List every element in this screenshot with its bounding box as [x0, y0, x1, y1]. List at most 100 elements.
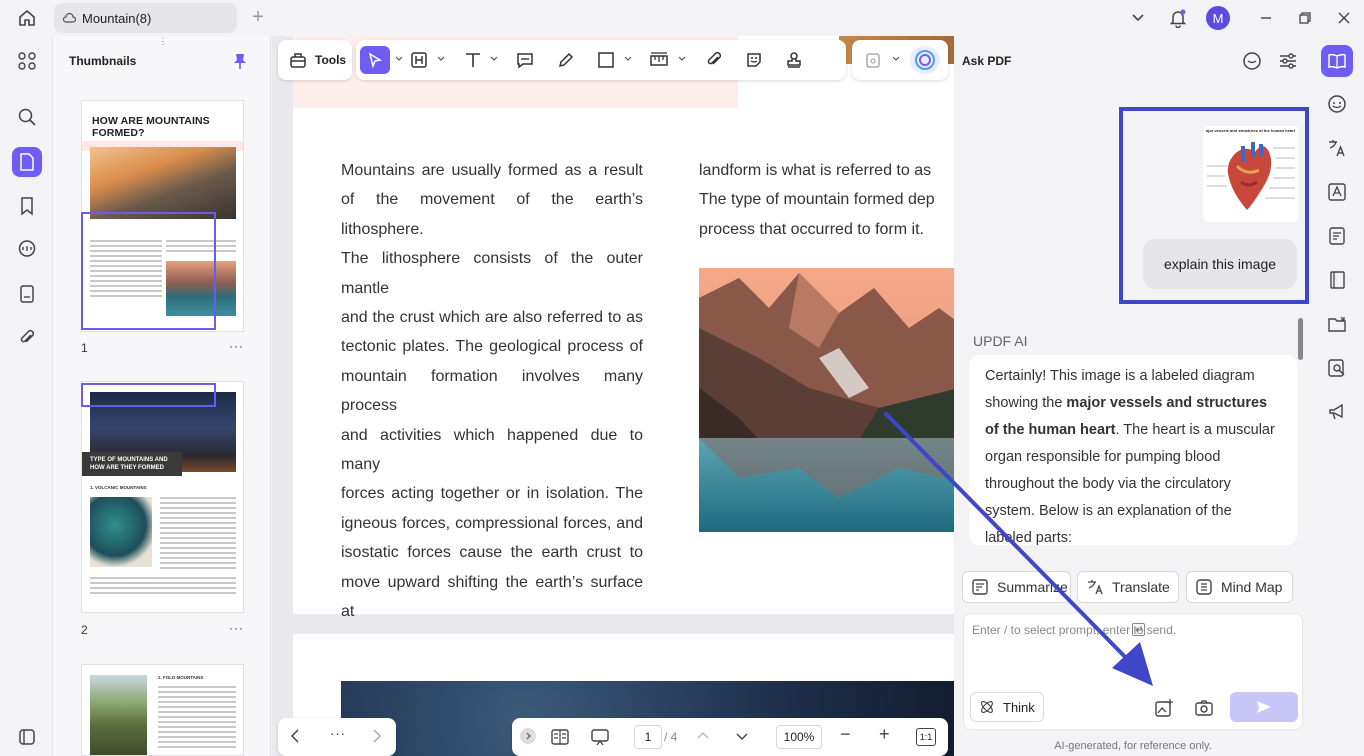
comment-icon[interactable] [12, 234, 42, 264]
thumbnail-page-2[interactable]: TYPE OF MOUNTAINS AND HOW ARE THEY FORME… [81, 381, 244, 613]
resize-handle[interactable]: ⋮ [157, 36, 169, 46]
thumbnail-image [90, 675, 147, 755]
lock-icon[interactable] [860, 48, 886, 72]
thumbnail-image [90, 147, 236, 219]
bell-icon[interactable] [1166, 6, 1190, 30]
attachment-icon[interactable] [701, 48, 727, 72]
chevron-down-icon[interactable] [395, 56, 403, 64]
text-tool-icon[interactable] [460, 48, 486, 72]
ai-assistant-icon[interactable] [910, 46, 940, 74]
chevron-up-icon[interactable] [696, 730, 710, 740]
page-layout-icon[interactable] [550, 728, 570, 746]
right-column-text: landform is what is referred to as The ty… [699, 156, 954, 244]
text-line: The type of mountain formed dep [699, 191, 935, 209]
pencil-tool-icon[interactable] [553, 48, 579, 72]
presentation-icon[interactable] [590, 727, 610, 747]
collapse-icon[interactable] [520, 728, 536, 744]
chevron-down-icon[interactable] [892, 56, 900, 64]
attachment-icon[interactable] [12, 323, 42, 353]
tab-title: Mountain(8) [82, 10, 152, 26]
zoom-level[interactable]: 100% [776, 725, 822, 749]
more-options-button[interactable]: ··· [229, 621, 244, 635]
search-icon[interactable] [12, 102, 42, 132]
ask-pdf-panel: Ask PDF ajor vessels and structures of t… [954, 36, 1312, 756]
thumbnail-text [158, 683, 236, 751]
mind-map-icon [1196, 579, 1212, 595]
megaphone-icon[interactable] [1321, 396, 1353, 428]
close-icon[interactable] [1332, 6, 1356, 30]
sticker-icon[interactable] [741, 48, 767, 72]
ai-assistant-face-icon[interactable] [1321, 88, 1353, 120]
translate-icon[interactable] [1321, 132, 1353, 164]
summarize-button[interactable]: Summarize [962, 571, 1071, 603]
ai-chat-icon[interactable] [1321, 45, 1353, 77]
scrollbar[interactable] [1298, 318, 1303, 360]
chevron-down-icon[interactable] [735, 732, 749, 742]
folder-export-icon[interactable] [1321, 308, 1353, 340]
chevron-down-icon[interactable] [490, 56, 498, 64]
page-number-input[interactable]: 1 [634, 725, 662, 749]
viewport-indicator[interactable] [81, 383, 216, 407]
tools-button[interactable]: Tools [278, 40, 352, 80]
home-icon[interactable] [14, 6, 40, 30]
heart-diagram-image[interactable]: ajor vessels and structures of the human… [1203, 126, 1299, 222]
shape-tool-icon[interactable] [593, 48, 619, 72]
image-upload-icon[interactable] [1154, 698, 1174, 718]
comment-tool-icon[interactable] [512, 48, 538, 72]
toolbox-icon [289, 51, 307, 69]
thumbnails-panel: Thumbnails HOW ARE MOUNTAINS FORMED? 1 ·… [52, 36, 271, 756]
zoom-out-button[interactable]: − [840, 724, 851, 745]
restore-icon[interactable] [1293, 6, 1317, 30]
document-viewer[interactable]: Mountains are usually formed as a result… [272, 36, 954, 756]
chevron-right-icon[interactable] [372, 729, 382, 743]
measure-tool-icon[interactable] [646, 48, 672, 72]
highlight-tool-icon[interactable] [406, 48, 432, 72]
search-document-icon[interactable] [1321, 352, 1353, 384]
avatar[interactable]: M [1206, 6, 1230, 30]
new-tab-button[interactable]: + [248, 7, 268, 28]
send-button[interactable] [1230, 692, 1298, 722]
form-icon[interactable] [1321, 220, 1353, 252]
select-tool-icon[interactable] [360, 46, 390, 74]
thumbnail-page-3[interactable]: 2. FOLD MOUNTAINS [81, 664, 244, 756]
minimize-icon[interactable] [1254, 6, 1278, 30]
screenshot-icon[interactable] [1194, 698, 1214, 718]
text-line: The lithosphere consists of the outer ma… [341, 250, 643, 297]
zoom-in-button[interactable]: + [879, 724, 890, 745]
more-options-button[interactable]: ··· [229, 339, 244, 353]
text-line: mountain formation involves many process [341, 367, 643, 415]
chevron-down-icon[interactable] [437, 56, 445, 64]
think-button[interactable]: Think [970, 692, 1044, 722]
book-icon[interactable] [1321, 264, 1353, 296]
actual-size-button[interactable]: 1:1 [916, 728, 936, 746]
prompt-input[interactable]: Enter / to select prompt, enter to send.… [963, 613, 1303, 730]
tools-label: Tools [315, 53, 347, 67]
text-line: and the crust which are also referred to… [341, 309, 643, 327]
history-icon[interactable] [1242, 51, 1262, 71]
stamp-icon[interactable] [781, 48, 807, 72]
settings-sliders-icon[interactable] [1278, 51, 1298, 71]
viewport-indicator[interactable] [81, 212, 216, 330]
mind-map-button[interactable]: Mind Map [1186, 571, 1293, 603]
more-button[interactable]: ··· [330, 726, 346, 741]
chevron-down-icon[interactable] [678, 56, 686, 64]
chevron-down-icon[interactable] [1126, 6, 1150, 30]
text-line: forces acting together or in isolation. … [341, 485, 643, 503]
translate-button[interactable]: Translate [1077, 571, 1179, 603]
thumbnails-icon[interactable] [12, 147, 42, 177]
text-line: landform is what is referred to as [699, 162, 932, 179]
enter-key-icon [1132, 623, 1145, 636]
apps-icon[interactable] [12, 46, 42, 76]
layers-icon[interactable] [12, 722, 42, 752]
chevron-down-icon[interactable] [624, 56, 632, 64]
bookmark-icon[interactable] [12, 191, 42, 221]
ocr-text-icon[interactable] [1321, 176, 1353, 208]
document-tab[interactable]: Mountain(8) [54, 3, 237, 33]
chevron-left-icon[interactable] [290, 729, 300, 743]
thumbnail-subheading: 2. FOLD MOUNTAINS [158, 675, 204, 680]
text-line: isostatic forces cause the earth crust t… [341, 544, 643, 562]
pin-icon[interactable] [233, 52, 247, 70]
summarize-label: Summarize [997, 579, 1068, 595]
page-icon[interactable] [12, 279, 42, 309]
mind-map-label: Mind Map [1221, 579, 1283, 595]
